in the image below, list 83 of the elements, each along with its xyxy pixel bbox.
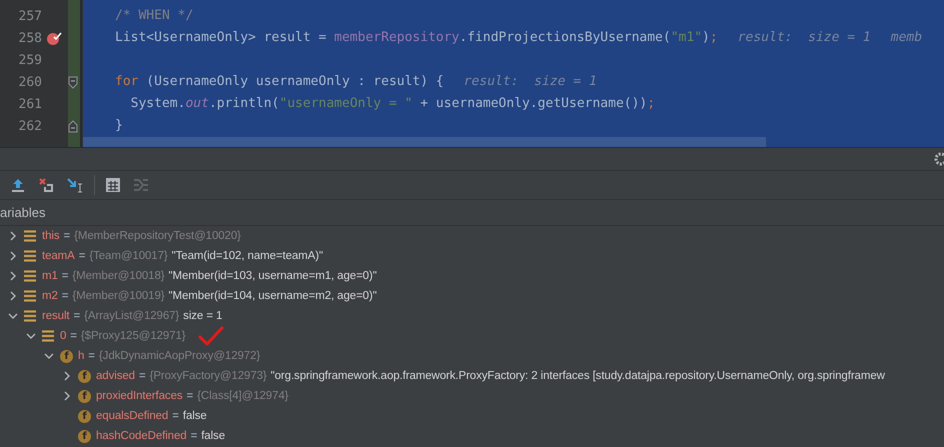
- field-icon: f: [78, 370, 91, 382]
- field-icon: f: [60, 350, 73, 362]
- code-text: + usernameOnly.getUsername()): [419, 96, 648, 111]
- variable-value: "Team(id=102, name=teamA)": [172, 250, 323, 262]
- object-reference: {$Proxy125@12971}: [80, 330, 186, 342]
- field-icon: f: [78, 390, 91, 402]
- field-icon: f: [78, 430, 91, 442]
- object-reference: {JdkDynamicAopProxy@12972}: [98, 350, 260, 362]
- variable-name: this: [42, 230, 60, 242]
- object-reference: {ArrayList@12967}: [84, 310, 180, 322]
- code-text: memberRepository: [334, 30, 460, 45]
- breakpoint-icon[interactable]: [46, 31, 62, 45]
- equals-sign: =: [186, 390, 194, 402]
- variable-name: teamA: [42, 250, 75, 262]
- line-number: 257: [18, 8, 42, 24]
- variable-value: size = 1: [183, 310, 222, 322]
- variable-name: 0: [60, 330, 66, 342]
- object-reference: {Member@10019}: [72, 290, 165, 302]
- variable-icon: [42, 330, 54, 342]
- upload-icon[interactable]: [10, 177, 26, 193]
- fold-icon[interactable]: [68, 76, 78, 88]
- code-text: }: [115, 118, 123, 133]
- equals-sign: =: [88, 350, 95, 362]
- equals-sign: =: [62, 270, 68, 282]
- variable-value: false: [182, 410, 207, 422]
- inline-value-hint: result: size = 1: [464, 74, 597, 89]
- object-reference: {Class[4]@12974}: [197, 390, 288, 402]
- variable-name: h: [78, 350, 84, 362]
- equals-sign: =: [64, 230, 70, 242]
- inline-value-hint: result: size = 1: [738, 30, 871, 45]
- step-into-cursor-icon[interactable]: [66, 177, 84, 193]
- field-icon: f: [78, 410, 91, 422]
- variable-icon: [24, 310, 36, 322]
- panel-title: ariables: [0, 205, 46, 220]
- object-reference: {ProxyFactory@12973}: [150, 370, 267, 382]
- equals-sign: =: [172, 410, 179, 422]
- variable-icon: [24, 290, 36, 302]
- equals-sign: =: [78, 250, 86, 262]
- line-number: 258: [18, 30, 42, 46]
- equals-sign: =: [62, 290, 68, 302]
- line-number: 262: [18, 118, 42, 134]
- code-text: out: [185, 96, 209, 111]
- object-reference: {Member@10018}: [72, 270, 165, 282]
- variable-value: false: [201, 430, 225, 442]
- object-reference: {Team@10017}: [89, 250, 168, 262]
- variable-value: "org.springframework.aop.framework.ProxyFactory: 2 interfaces [study.datajpa.repository.UsernameOnly, org.springframew: [270, 370, 885, 382]
- variable-name: hashCodeDefined: [96, 430, 187, 442]
- variable-icon: [24, 270, 36, 282]
- code-text: .println(: [208, 96, 280, 111]
- equals-sign: =: [138, 370, 146, 382]
- variable-icon: [24, 230, 36, 242]
- object-reference: {MemberRepositoryTest@10020}: [74, 230, 241, 242]
- equals-sign: =: [74, 310, 80, 322]
- variable-name: equalsDefined: [96, 410, 168, 422]
- line-number: 261: [18, 96, 42, 112]
- line-number: 259: [18, 52, 42, 68]
- code-text: System.: [130, 96, 186, 111]
- code-text: "m1": [670, 30, 702, 45]
- code-text: ): [702, 30, 710, 45]
- equals-sign: =: [190, 430, 198, 442]
- remove-frame-icon[interactable]: [38, 177, 54, 193]
- variable-name: m2: [42, 290, 58, 302]
- code-text: List<UsernameOnly> result =: [115, 30, 328, 45]
- settings-icon[interactable]: [934, 152, 944, 166]
- line-number: 260: [18, 74, 42, 90]
- variable-value: "Member(id=103, username=m1, age=0)": [168, 270, 377, 282]
- variable-value: "Member(id=104, username=m2, age=0)": [168, 290, 377, 302]
- code-text: ;: [710, 30, 718, 45]
- variable-name: result: [42, 310, 70, 322]
- equals-sign: =: [70, 330, 77, 342]
- code-text: "usernameOnly = ": [279, 96, 412, 111]
- code-text: /* WHEN */: [115, 8, 194, 23]
- variable-name: m1: [42, 270, 58, 282]
- table-icon[interactable]: [105, 177, 121, 193]
- variable-icon: [24, 250, 36, 262]
- inline-value-hint: memb: [890, 30, 922, 45]
- variable-name: proxiedInterfaces: [96, 390, 183, 402]
- code-text: .findProjectionsByUsername(: [459, 30, 671, 45]
- code-text: for: [115, 74, 138, 89]
- variable-name: advised: [96, 370, 135, 382]
- code-text: (UsernameOnly usernameOnly : result) {: [145, 74, 444, 89]
- fold-icon[interactable]: [68, 120, 78, 132]
- code-text: ;: [647, 96, 656, 111]
